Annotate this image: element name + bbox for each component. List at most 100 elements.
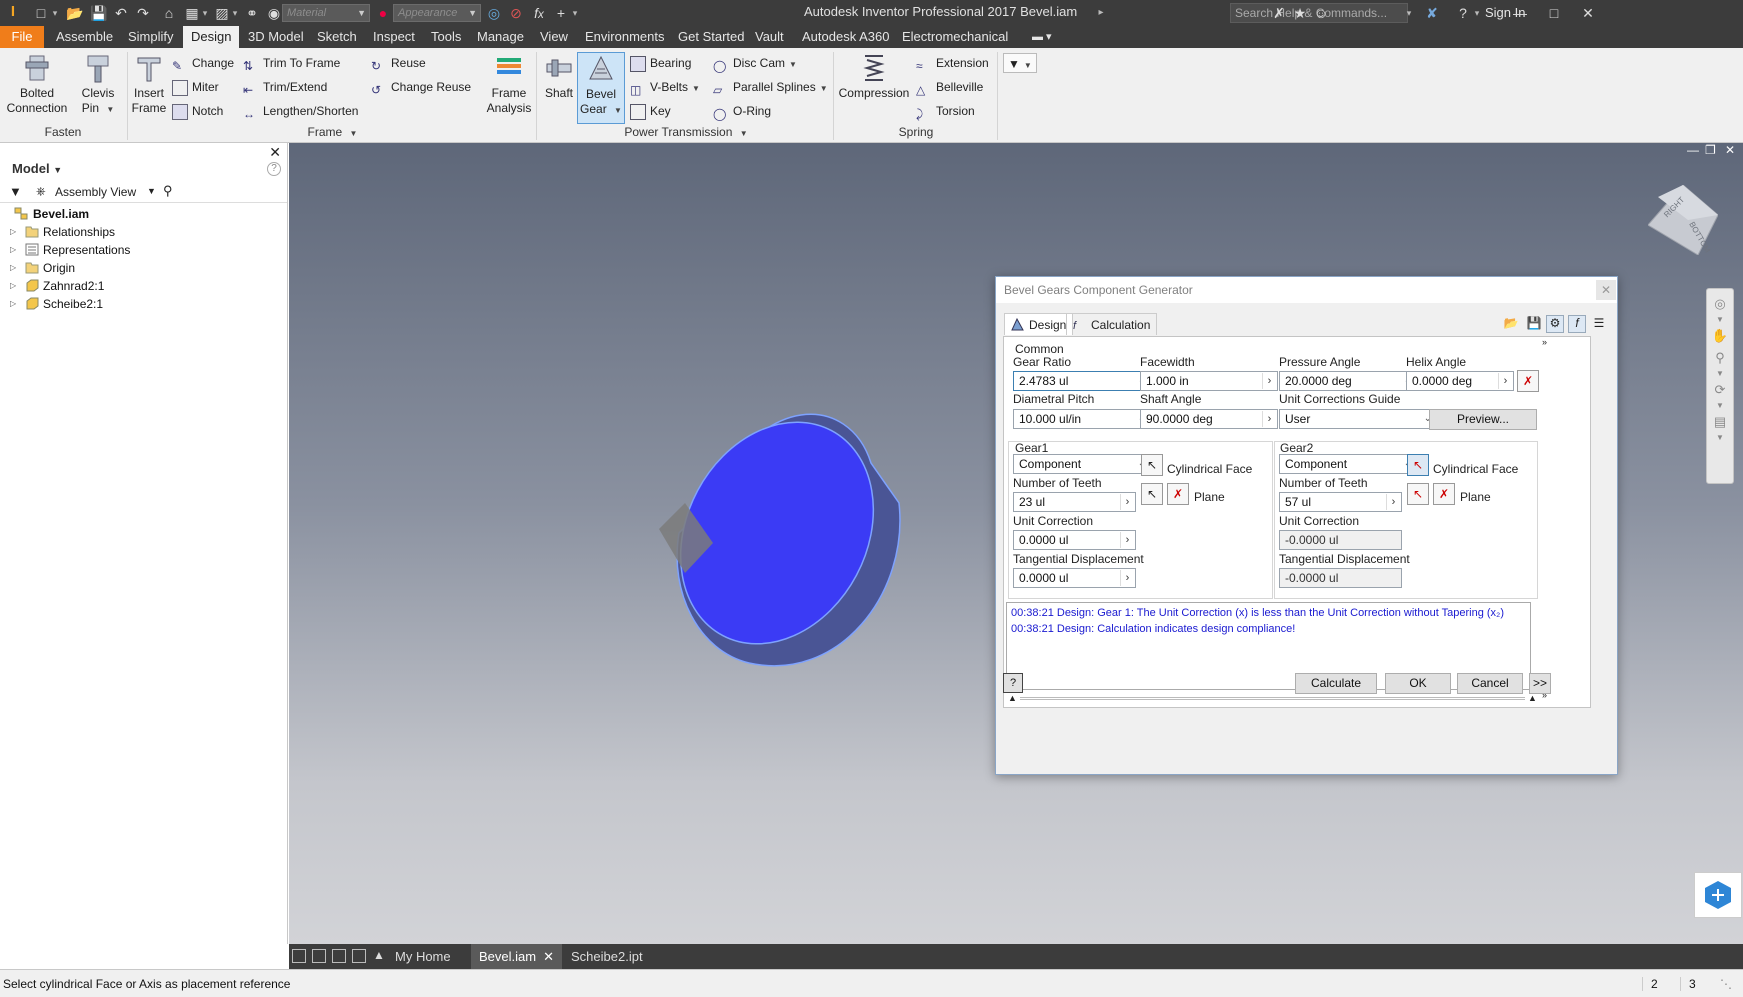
cloud-share-widget[interactable] [1694, 872, 1742, 918]
pan-icon[interactable]: ✋ [1707, 325, 1733, 347]
expand-icon[interactable]: ▷ [10, 259, 20, 277]
options-icon[interactable]: ⚙ [1546, 315, 1564, 333]
sign-in-dropdown-icon[interactable]: ▾ [1404, 4, 1414, 22]
tab-sketch[interactable]: Sketch [309, 26, 365, 48]
gear2-teeth-input[interactable]: 57 ul › [1279, 492, 1402, 512]
star-icon[interactable]: ★ [1291, 4, 1309, 22]
qat-customize-icon[interactable]: ▾ [570, 4, 580, 22]
browser-title[interactable]: Model ▼ [12, 161, 62, 176]
message-log[interactable]: 00:38:21 Design: Gear 1: The Unit Correc… [1006, 602, 1531, 690]
chevron-right-icon[interactable]: › [1120, 570, 1134, 586]
new-dropdown-icon[interactable]: ▾ [50, 4, 60, 22]
look-at-icon[interactable]: ▤ [1707, 411, 1733, 433]
compression-spring-button[interactable]: Compression [838, 52, 910, 101]
expand-icon[interactable]: ▷ [10, 277, 20, 295]
maximize-icon[interactable]: □ [1537, 0, 1571, 26]
disc-cam-button[interactable]: ◯ Disc Cam ▼ [713, 53, 797, 73]
miter-button[interactable]: Miter [172, 77, 219, 97]
chevron-right-icon[interactable]: › [1120, 532, 1134, 548]
expand-icon[interactable]: ▷ [10, 295, 20, 313]
new-file-icon[interactable]: □ [32, 4, 50, 22]
calculate-button[interactable]: Calculate [1295, 673, 1377, 694]
gear2-plane-flip-button[interactable]: ✗ [1433, 483, 1455, 505]
gear1-teeth-input[interactable]: 23 ul › [1013, 492, 1136, 512]
gear1-unit-correction-input[interactable]: 0.0000 ul › [1013, 530, 1136, 550]
change-reuse-button[interactable]: ↺ Change Reuse [371, 77, 471, 97]
color-wheel-icon[interactable]: ◉ [265, 4, 283, 22]
minimize-icon[interactable]: — [1503, 0, 1537, 26]
close-icon[interactable]: ✕ [1725, 143, 1735, 157]
shaft-button[interactable]: Shaft [540, 52, 578, 101]
tab-manage[interactable]: Manage [469, 26, 532, 48]
open-folder-icon[interactable]: 📂 [1502, 315, 1520, 333]
help-icon[interactable]: ? [1454, 4, 1472, 22]
tab-simplify[interactable]: Simplify [120, 26, 182, 48]
chevron-right-icon[interactable]: › [1262, 373, 1276, 389]
material-combo[interactable]: Material ▼ [282, 4, 370, 22]
pressure-angle-select[interactable]: 20.0000 deg⌄ [1279, 371, 1417, 391]
home-icon[interactable]: ⌂ [160, 4, 178, 22]
flip-helix-button[interactable]: ✗ [1517, 370, 1539, 392]
close-icon[interactable]: ✕ [543, 944, 554, 969]
extension-spring-button[interactable]: ≈ Extension [916, 53, 989, 73]
shaft-angle-input[interactable]: 90.0000 deg › [1140, 409, 1278, 429]
tile-horizontal-icon[interactable] [332, 949, 346, 963]
nav-dropdown-icon[interactable]: ▼ [1707, 315, 1733, 325]
clevis-pin-button[interactable]: Clevis Pin ▼ [76, 52, 120, 117]
select-dropdown-icon[interactable]: ▾ [230, 4, 240, 22]
chevron-right-icon[interactable]: › [1386, 494, 1400, 510]
key-button[interactable]: Key [630, 101, 671, 121]
torsion-spring-button[interactable]: ⤸ Torsion [916, 101, 975, 121]
caret-right-icon[interactable]: ▸ [1096, 4, 1106, 22]
restore-icon[interactable]: ❐ [1705, 143, 1716, 157]
tab-file[interactable]: File [0, 26, 44, 48]
ok-button[interactable]: OK [1385, 673, 1451, 694]
diametral-pitch-select[interactable]: 10.000 ul/in⌄ [1013, 409, 1151, 429]
nav-dropdown-icon[interactable]: ▼ [1707, 433, 1733, 443]
update-icon[interactable]: ▦ [183, 4, 201, 22]
more-button[interactable]: >> [1529, 673, 1551, 694]
frame-analysis-button[interactable]: Frame Analysis [485, 52, 533, 116]
orbit-icon[interactable]: ⟳ [1707, 379, 1733, 401]
insert-frame-button[interactable]: Insert Frame [130, 52, 168, 116]
collapse-up-icon[interactable]: ▲ [1528, 693, 1537, 703]
gear1-plane-select-button[interactable]: ↖ [1141, 483, 1163, 505]
measure-icon[interactable]: ⚭ [243, 4, 261, 22]
tab-autodesk-a360[interactable]: Autodesk A360 [794, 26, 897, 48]
tab-environments[interactable]: Environments [577, 26, 672, 48]
search-options-icon[interactable]: ✗ [1270, 4, 1288, 22]
bearing-button[interactable]: Bearing [630, 53, 691, 73]
arrange-up-icon[interactable]: ▲ [373, 948, 385, 962]
ribbon-options-icon[interactable]: ▬ ▾ [1024, 26, 1060, 48]
chevron-down-icon[interactable]: ▼ [147, 186, 156, 196]
doc-tab-bevel-iam[interactable]: Bevel.iam ✕ [471, 944, 563, 969]
open-icon[interactable]: 📂 [66, 4, 84, 22]
close-icon[interactable]: ✕ [1571, 0, 1605, 26]
steering-wheel-icon[interactable]: ◎ [1707, 293, 1733, 315]
tab-get-started[interactable]: Get Started [670, 26, 752, 48]
tab-design[interactable]: Design [1004, 313, 1074, 335]
close-icon[interactable]: ✕ [1596, 280, 1616, 300]
help-icon[interactable]: ? [267, 162, 281, 176]
expand-icon[interactable]: ▷ [10, 223, 20, 241]
help-icon[interactable]: ? [1003, 673, 1023, 693]
reuse-button[interactable]: ↻ Reuse [371, 53, 426, 73]
undo-icon[interactable]: ↶ [112, 4, 130, 22]
chevron-right-icon[interactable]: › [1262, 411, 1276, 427]
ribbon-expand-button[interactable]: ▼ ▼ [1003, 53, 1037, 73]
splitter[interactable] [1020, 697, 1525, 700]
select-icon[interactable]: ▨ [213, 4, 231, 22]
update-dropdown-icon[interactable]: ▾ [200, 4, 210, 22]
notch-button[interactable]: Notch [172, 101, 223, 121]
assembly-view-selector[interactable]: Assembly View [55, 185, 136, 199]
tab-electromechanical[interactable]: Electromechanical [894, 26, 1016, 48]
tab-inspect[interactable]: Inspect [365, 26, 423, 48]
facewidth-input[interactable]: 1.000 in › [1140, 371, 1278, 391]
gear1-tangential-input[interactable]: 0.0000 ul › [1013, 568, 1136, 588]
tab-vault[interactable]: Vault [747, 26, 792, 48]
close-icon[interactable]: ✕ [269, 144, 281, 161]
parameters-icon[interactable]: fx [530, 4, 548, 22]
find-icon[interactable]: ⚲ [163, 183, 173, 199]
inventor-logo-icon[interactable]: I [4, 3, 22, 23]
gear-ratio-select[interactable]: 2.4783 ul⌄ [1013, 371, 1151, 391]
